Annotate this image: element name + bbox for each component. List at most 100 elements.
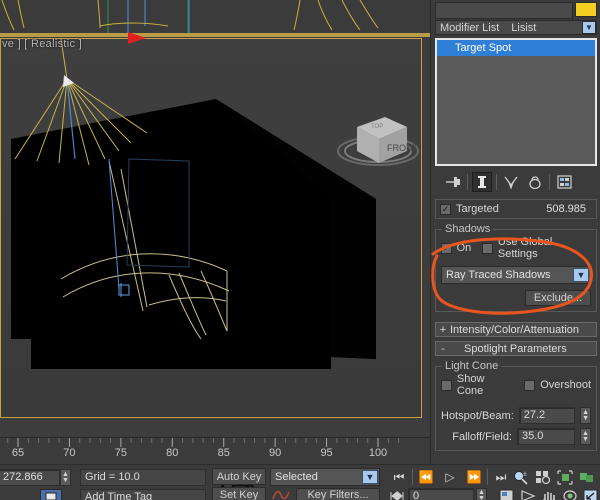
- zoom-icon[interactable]: ±: [512, 468, 530, 486]
- pin-stack-icon[interactable]: [443, 172, 463, 192]
- targeted-label: Targeted: [456, 203, 499, 215]
- viewport-nav-row-top[interactable]: ±: [512, 468, 596, 486]
- current-frame-row[interactable]: 0 ▲ ▼: [388, 487, 487, 500]
- chevron-down-icon[interactable]: ▼: [582, 21, 596, 34]
- timeline-ruler[interactable]: 65 70 75 80 85 90 95 100: [0, 437, 430, 464]
- field-of-view-icon[interactable]: [519, 487, 537, 500]
- previous-frame-button[interactable]: ⏪: [415, 468, 437, 486]
- modifier-list-dropdown[interactable]: Modifier List Lisist ▼: [435, 20, 597, 35]
- key-curve-icon[interactable]: [270, 488, 292, 500]
- toolbar-separator: [496, 174, 497, 190]
- toolbar-separator: [487, 469, 488, 485]
- overshoot-checkbox[interactable]: [524, 379, 536, 391]
- use-global-settings-checkbox[interactable]: [482, 242, 493, 254]
- playback-controls[interactable]: ⏮ ⏪ ▷ ⏩ ⏭: [388, 468, 512, 486]
- adjacent-viewport-strip[interactable]: [0, 0, 430, 35]
- hotspot-label: Hotspot/Beam:: [441, 409, 514, 422]
- zoom-all-icon[interactable]: [534, 468, 552, 486]
- timeline-tick-label: 70: [63, 447, 76, 459]
- object-name-row[interactable]: [435, 2, 597, 19]
- show-cone-checkbox[interactable]: [441, 379, 452, 391]
- make-unique-icon[interactable]: [501, 172, 521, 192]
- target-distance-value: 508.985: [546, 203, 586, 215]
- coordinate-spinner[interactable]: ▲ ▼: [60, 469, 71, 486]
- modifier-stack-toolbar[interactable]: [435, 170, 597, 194]
- configure-modifier-sets-icon[interactable]: [554, 172, 574, 192]
- exclude-button[interactable]: Exclude...: [525, 290, 591, 306]
- time-configuration-icon[interactable]: [498, 487, 516, 500]
- spinner-down-icon[interactable]: ▼: [582, 436, 589, 443]
- rollout-spotlight-parameters[interactable]: - Spotlight Parameters: [435, 341, 597, 356]
- toolbar-separator: [467, 174, 468, 190]
- perspective-viewport[interactable]: FRONT TOP: [0, 38, 422, 418]
- stack-item-label: Target Spot: [455, 42, 512, 54]
- shadow-type-value: Ray Traced Shadows: [446, 269, 551, 281]
- chevron-down-icon[interactable]: ▼: [362, 470, 378, 484]
- rollout-intensity-color-attenuation[interactable]: + Intensity/Color/Attenuation: [435, 322, 597, 337]
- coordinate-field[interactable]: 272.866: [0, 469, 60, 486]
- spinner-down-icon[interactable]: ▼: [582, 415, 589, 422]
- show-end-result-icon[interactable]: [472, 172, 492, 192]
- timeline-tick-label: 95: [320, 447, 333, 459]
- status-bar[interactable]: 272.866 ▲ ▼ Grid = 10.0 Add Time Tag Aut…: [0, 464, 600, 500]
- viewport-area[interactable]: ve ] [ Realistic ] FRONT TOP: [0, 0, 430, 437]
- spinner-down-icon[interactable]: ▼: [62, 477, 69, 484]
- timeline-tick-label: 90: [269, 447, 282, 459]
- current-frame-spinner[interactable]: ▲ ▼: [476, 487, 487, 500]
- goto-start-button[interactable]: ⏮: [388, 468, 410, 486]
- falloff-label: Falloff/Field:: [452, 430, 512, 443]
- next-frame-button[interactable]: ⏩: [463, 468, 485, 486]
- falloff-spinner[interactable]: ▲ ▼: [580, 428, 591, 445]
- chevron-down-icon[interactable]: ▼: [573, 268, 589, 282]
- pan-view-icon[interactable]: [540, 487, 558, 500]
- rollout-expand-sign: -: [441, 342, 445, 355]
- active-viewport-divider: [0, 33, 430, 37]
- viewcube[interactable]: FRONT TOP: [331, 101, 422, 171]
- rollout-label: Intensity/Color/Attenuation: [450, 323, 580, 336]
- zoom-extents-all-icon[interactable]: [578, 468, 596, 486]
- command-panel[interactable]: Modifier List Lisist ▼ Target Spot ✓ Tar…: [430, 0, 600, 464]
- object-name-field[interactable]: [435, 2, 573, 19]
- zoom-extents-icon[interactable]: [556, 468, 574, 486]
- viewport-label[interactable]: ve ] [ Realistic ]: [2, 38, 82, 50]
- shadows-on-checkbox[interactable]: ✓: [441, 242, 452, 254]
- orbit-icon[interactable]: [561, 487, 579, 500]
- grid-status-label: Grid = 10.0: [80, 469, 206, 486]
- add-time-tag-label[interactable]: Add Time Tag: [80, 489, 206, 500]
- stack-item-target-spot[interactable]: Target Spot: [437, 40, 595, 56]
- overshoot-label: Overshoot: [540, 379, 591, 391]
- viewport-scene: [1, 39, 421, 417]
- timeline-tick-label: 100: [368, 447, 388, 459]
- shadows-toggle-row[interactable]: ✓ On Use Global Settings: [441, 236, 591, 260]
- object-color-swatch[interactable]: [575, 2, 597, 17]
- spinner-down-icon[interactable]: ▼: [478, 495, 485, 500]
- key-mode-toggle-icon[interactable]: [388, 487, 406, 500]
- hotspot-value-field[interactable]: 27.2: [518, 407, 576, 424]
- set-key-button[interactable]: Set Key: [212, 487, 266, 500]
- selection-set-dropdown[interactable]: Selected ▼: [270, 468, 380, 486]
- hotspot-row[interactable]: Hotspot/Beam: 27.2 ▲ ▼: [441, 407, 591, 424]
- auto-key-button[interactable]: Auto Key: [212, 468, 266, 485]
- remove-modifier-icon[interactable]: [525, 172, 545, 192]
- timeline-tick-label: 65: [11, 447, 25, 459]
- cone-toggles-row[interactable]: Show Cone Overshoot: [441, 373, 591, 397]
- add-time-tag-icon[interactable]: [40, 489, 62, 500]
- falloff-value-field[interactable]: 35.0: [517, 428, 575, 445]
- current-frame-field[interactable]: 0: [408, 487, 474, 500]
- light-cone-group: Light Cone Show Cone Overshoot Hotspot/B…: [435, 360, 597, 451]
- key-filters-button[interactable]: Key Filters...: [296, 488, 380, 500]
- light-cone-group-title: Light Cone: [442, 360, 502, 372]
- targeted-checkbox[interactable]: ✓: [440, 203, 451, 215]
- maximize-viewport-icon[interactable]: [582, 487, 600, 500]
- goto-end-button[interactable]: ⏭: [490, 468, 512, 486]
- shadow-type-dropdown[interactable]: Ray Traced Shadows ▼: [441, 266, 591, 284]
- modifier-stack[interactable]: Target Spot: [435, 38, 597, 166]
- falloff-row[interactable]: Falloff/Field: 35.0 ▲ ▼: [441, 428, 591, 445]
- viewport-nav-row-bottom[interactable]: [498, 487, 600, 500]
- viewcube-top-label: TOP: [371, 124, 383, 130]
- play-animation-button[interactable]: ▷: [439, 468, 461, 486]
- targeted-row[interactable]: ✓ Targeted 508.985: [440, 203, 592, 215]
- red-pointer-annotation: [128, 32, 146, 44]
- hotspot-spinner[interactable]: ▲ ▼: [580, 407, 591, 424]
- rollout-expand-sign: +: [439, 323, 447, 336]
